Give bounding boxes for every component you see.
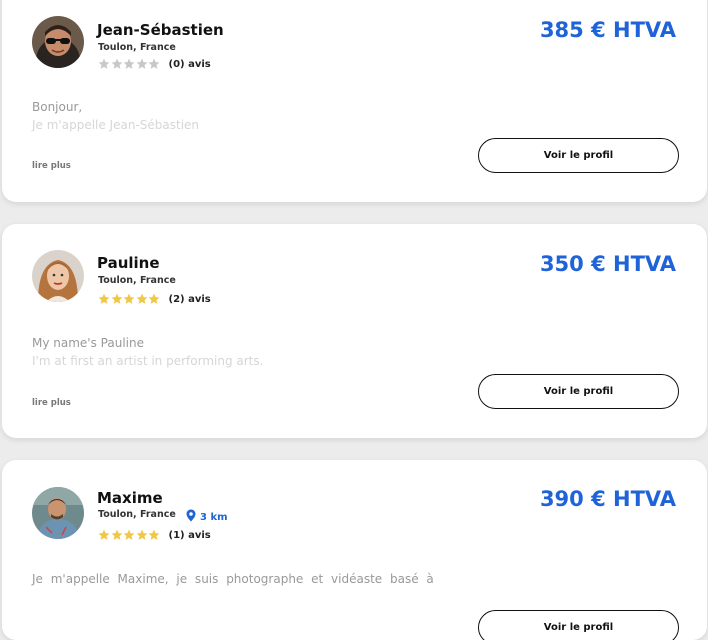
star-icon [98, 293, 110, 305]
star-icon [111, 58, 123, 70]
read-more-link[interactable]: lire plus [32, 398, 71, 408]
star-icon [98, 529, 110, 541]
star-icon [136, 529, 148, 541]
read-more-link[interactable]: lire plus [32, 161, 71, 171]
review-count: (2) avis [168, 293, 211, 305]
profile-card-jean-sebastien: Jean-Sébastien Toulon, France (0) avis 3… [2, 0, 707, 202]
bio-line: Je m'appelle Jean-Sébastien [32, 118, 200, 132]
star-icon [148, 293, 160, 305]
profile-card-maxime: Maxime Toulon, France 3 km (1) avis 390 … [2, 460, 707, 640]
price: 390 € HTVA [539, 487, 676, 511]
profile-card-pauline: Pauline Toulon, France (2) avis 350 € HT… [2, 224, 707, 438]
star-icon [148, 529, 160, 541]
avatar[interactable] [32, 487, 84, 539]
view-profile-button[interactable]: Voir le profil [478, 138, 679, 173]
star-icon [136, 293, 148, 305]
map-pin-icon [186, 509, 196, 525]
profile-name: Pauline [97, 254, 160, 272]
view-profile-button[interactable]: Voir le profil [478, 374, 679, 409]
bio-line: Je m'appelle Maxime, je suis photographe… [32, 572, 434, 586]
review-count: (0) avis [168, 58, 211, 70]
profile-name: Jean-Sébastien [97, 21, 224, 39]
rating-stars: (0) avis [98, 58, 211, 70]
bio-line: I'm at first an artist in performing art… [32, 354, 264, 368]
star-icon [111, 529, 123, 541]
review-count: (1) avis [168, 529, 211, 541]
bio-line: My name's Pauline [32, 336, 144, 350]
rating-stars: (2) avis [98, 293, 211, 305]
star-icon [148, 58, 160, 70]
distance-value: 3 km [200, 511, 228, 523]
view-profile-button[interactable]: Voir le profil [478, 610, 679, 640]
profile-location: Toulon, France [98, 275, 176, 286]
avatar[interactable] [32, 250, 84, 302]
profile-location: Toulon, France [98, 509, 176, 520]
bio-line: Bonjour, [32, 100, 83, 114]
price: 385 € HTVA [539, 18, 676, 42]
star-icon [123, 58, 135, 70]
rating-stars: (1) avis [98, 529, 211, 541]
star-icon [98, 58, 110, 70]
profile-bio: My name's Pauline I'm at first an artist… [32, 334, 263, 370]
avatar[interactable] [32, 16, 84, 68]
profile-location: Toulon, France [98, 42, 176, 53]
price: 350 € HTVA [539, 252, 676, 276]
star-icon [136, 58, 148, 70]
star-icon [123, 293, 135, 305]
star-icon [123, 529, 135, 541]
profile-bio: Je m'appelle Maxime, je suis photographe… [32, 570, 434, 588]
profile-name: Maxime [97, 489, 163, 507]
profile-bio: Bonjour, Je m'appelle Jean-Sébastien [32, 98, 199, 134]
distance: 3 km [186, 509, 228, 525]
star-icon [111, 293, 123, 305]
